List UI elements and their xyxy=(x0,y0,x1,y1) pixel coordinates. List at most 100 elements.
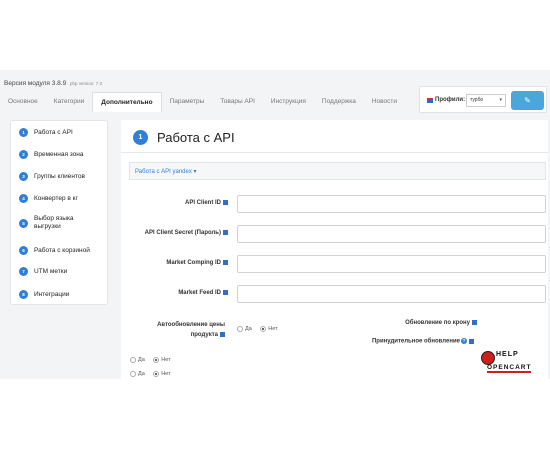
section-number: 1 xyxy=(133,130,148,145)
client-secret-field[interactable] xyxy=(237,225,546,246)
client-id-input[interactable] xyxy=(238,200,545,216)
logo-line1: HELP xyxy=(496,351,519,358)
auto-update-label-line1: Автообновление цены xyxy=(157,322,225,328)
lock-icon xyxy=(223,260,228,265)
radio-label: Нет xyxy=(268,325,278,332)
step-number: 8 xyxy=(19,290,28,299)
edit-profile-button[interactable]: ✎ xyxy=(511,91,544,110)
sidebar-item-cart[interactable]: 6 Работа с корзиной xyxy=(19,246,90,255)
logo-emblem-icon xyxy=(481,351,495,365)
campaign-id-field[interactable] xyxy=(237,255,546,276)
auto-update-radios: Да Нет xyxy=(237,320,282,338)
pencil-icon: ✎ xyxy=(524,96,531,105)
version-text: Версия модуля 3.8.9 xyxy=(4,80,67,87)
feed-id-field[interactable] xyxy=(237,285,546,306)
field-label-text: Market Feed ID xyxy=(178,290,221,297)
api-dropdown-label: Работа с API yandex xyxy=(135,169,192,175)
page-title: Работа с API xyxy=(157,130,235,145)
sidebar-item-label: Группы клиентов xyxy=(34,172,85,180)
divider xyxy=(121,152,548,153)
sidebar-item-kg-converter[interactable]: 4 Конвертер в кг xyxy=(19,194,78,203)
cron-update-yes-radio[interactable] xyxy=(130,356,136,363)
feed-id-input[interactable] xyxy=(238,290,545,306)
profile-label: Профили: xyxy=(435,97,466,103)
tab-bar: Основное Категории Дополнительно Парамет… xyxy=(0,92,405,112)
sidebar-item-api[interactable]: 1 Работа с API xyxy=(19,128,73,137)
lock-icon xyxy=(223,200,228,205)
campaign-id-label: Market Comping ID xyxy=(140,260,228,266)
cron-update-label: Обновление по крону xyxy=(372,320,477,326)
tab-categories[interactable]: Категории xyxy=(46,92,93,112)
sidebar-item-label: Временная зона xyxy=(34,150,84,158)
field-label-text: Обновление по крону xyxy=(405,320,470,327)
sidebar-item-label: Работа с API xyxy=(34,128,73,136)
feed-id-label: Market Feed ID xyxy=(140,290,228,296)
field-label-text: Принудительное обновление xyxy=(371,338,460,345)
auto-update-yes-radio[interactable] xyxy=(237,325,243,332)
profile-select[interactable]: турбо ▾ xyxy=(466,94,506,107)
step-number: 6 xyxy=(19,246,28,255)
radio-label: Нет xyxy=(161,356,171,363)
forced-update-yes-radio[interactable] xyxy=(130,370,136,377)
lock-icon xyxy=(223,290,228,295)
step-number: 2 xyxy=(19,150,28,159)
radio-label: Да xyxy=(245,325,252,332)
sidebar-item-integrations[interactable]: 8 Интеграции xyxy=(19,290,69,299)
step-number: 4 xyxy=(19,194,28,203)
step-number: 1 xyxy=(19,128,28,137)
radio-label: Да xyxy=(138,356,145,363)
field-label-text: API Client ID xyxy=(184,200,221,207)
lock-icon xyxy=(472,320,477,325)
php-version-text: php version: 7.3 xyxy=(70,81,103,86)
lock-icon xyxy=(223,230,228,235)
client-id-field[interactable] xyxy=(237,195,546,216)
step-number: 3 xyxy=(19,172,28,181)
sidebar-item-label: Конвертер в кг xyxy=(34,194,78,202)
forced-update-no-radio[interactable] xyxy=(153,370,160,377)
radio-label: Нет xyxy=(161,370,171,377)
forced-update-label: Принудительное обновление? xyxy=(360,338,474,345)
tab-instructions[interactable]: Инструкция xyxy=(263,92,314,112)
chevron-down-icon: ▾ xyxy=(499,97,502,103)
step-number: 7 xyxy=(19,267,28,276)
client-id-label: API Client ID xyxy=(140,200,228,206)
api-dropdown-toggle[interactable]: Работа с API yandex ▾ xyxy=(135,168,197,175)
client-secret-label: API Client Secret (Пароль) xyxy=(130,230,228,236)
radio-label: Да xyxy=(138,370,145,377)
lock-icon xyxy=(469,338,474,344)
field-label-text: API Client Secret (Пароль) xyxy=(144,230,221,237)
flag-icon xyxy=(427,98,433,103)
forced-update-radios: Да Нет xyxy=(130,365,175,383)
help-opencart-logo: HELP OPENCART xyxy=(481,348,547,376)
caret-down-icon: ▾ xyxy=(193,169,197,175)
cron-update-no-radio[interactable] xyxy=(153,356,160,363)
page: Версия модуля 3.8.9 php version: 7.3 Осн… xyxy=(0,0,550,450)
sidebar-item-label: Выбор языка выгрузки xyxy=(34,215,74,230)
sidebar-item-timezone[interactable]: 2 Временная зона xyxy=(19,150,84,159)
tab-parameters[interactable]: Параметры xyxy=(162,92,213,112)
auto-update-label-line2: продукта xyxy=(190,332,218,338)
step-number: 5 xyxy=(19,218,28,228)
sidebar-item-label: Работа с корзиной xyxy=(34,246,90,254)
tab-support[interactable]: Поддержка xyxy=(314,92,364,112)
sidebar-item-customer-groups[interactable]: 3 Группы клиентов xyxy=(19,172,85,181)
api-section-bar: Работа с API yandex ▾ xyxy=(129,162,546,180)
sidebar-item-label: Интеграции xyxy=(34,290,70,298)
auto-update-label: Автообновление цены продукта xyxy=(140,320,225,340)
sidebar-item-label: UTM метки xyxy=(34,267,68,275)
profile-selector: Профили: турбо ▾ ✎ xyxy=(419,86,547,113)
lock-icon xyxy=(220,331,225,337)
section-sidebar: 1 Работа с API 2 Временная зона 3 Группы… xyxy=(10,120,108,305)
help-icon[interactable]: ? xyxy=(461,338,467,344)
sidebar-item-export-language[interactable]: 5 Выбор языка выгрузки xyxy=(19,215,89,231)
field-label-text: Market Comping ID xyxy=(166,260,221,267)
campaign-id-input[interactable] xyxy=(238,260,545,276)
tab-additional[interactable]: Дополнительно xyxy=(92,92,162,112)
tab-news[interactable]: Новости xyxy=(364,92,405,112)
sidebar-item-utm[interactable]: 7 UTM метки xyxy=(19,267,67,276)
auto-update-no-radio[interactable] xyxy=(260,325,267,332)
tab-api-products[interactable]: Товары API xyxy=(212,92,263,112)
profile-selected-value: турбо xyxy=(470,97,484,103)
client-secret-input[interactable] xyxy=(238,230,545,246)
tab-main[interactable]: Основное xyxy=(0,92,46,112)
